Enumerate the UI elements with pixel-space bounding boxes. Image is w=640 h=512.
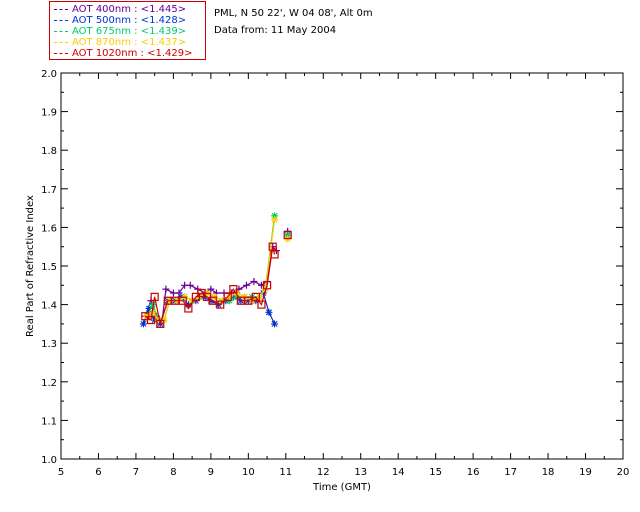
x-tick-label: 9 [208,467,214,478]
x-tick-label: 10 [242,467,255,478]
y-axis-title: Real Part of Refractive Index [25,195,36,337]
series-line-aot-1020nm [144,246,276,327]
y-tick-label: 1.0 [41,455,57,466]
x-tick-label: 12 [317,467,330,478]
y-tick-label: 1.7 [41,185,57,196]
x-tick-label: 19 [579,467,592,478]
x-tick-label: 20 [617,467,630,478]
x-tick-label: 5 [58,467,64,478]
x-tick-label: 16 [467,467,480,478]
data-point-aot-500nm [139,320,147,328]
y-tick-label: 1.6 [41,223,57,234]
data-point-aot-400nm [242,281,250,289]
axes: 5 6 7 8 9 10 11 12 13 14 15 16 17 18 19 20 1.0 1.1 1.2 1.3 1… [41,69,629,478]
x-axis-title: Time (GMT) [312,482,371,493]
refractive-index-chart: 5 6 7 8 9 10 11 12 13 14 15 16 17 18 19 20 1.0 1.1 1.2 1.3 1… [25,69,629,493]
x-tick-label: 15 [429,467,442,478]
series-layer [139,212,292,328]
y-tick-label: 1.9 [41,108,57,119]
y-tick-label: 2.0 [41,69,57,80]
data-point-aot-500nm [265,308,273,316]
x-tick-label: 18 [542,467,555,478]
y-tick-label: 1.5 [41,262,57,273]
data-point-aot-870nm [271,216,279,224]
x-tick-label: 13 [354,467,367,478]
x-tick-label: 6 [95,467,101,478]
plot-frame [60,72,624,460]
y-tick-label: 1.8 [41,146,57,157]
y-tick-label: 1.2 [41,378,57,389]
x-tick-label: 8 [170,467,176,478]
x-tick-label: 11 [279,467,292,478]
data-point-aot-500nm [271,320,279,328]
x-tick-label: 7 [133,467,139,478]
y-tick-label: 1.3 [41,339,57,350]
data-point-aot-400nm [186,281,194,289]
x-tick-label: 17 [504,467,517,478]
y-tick-label: 1.4 [41,301,57,312]
data-point-aot-400nm [250,277,258,285]
data-point-aot-400nm [162,285,170,293]
x-tick-label: 14 [392,467,405,478]
y-tick-label: 1.1 [41,416,57,427]
